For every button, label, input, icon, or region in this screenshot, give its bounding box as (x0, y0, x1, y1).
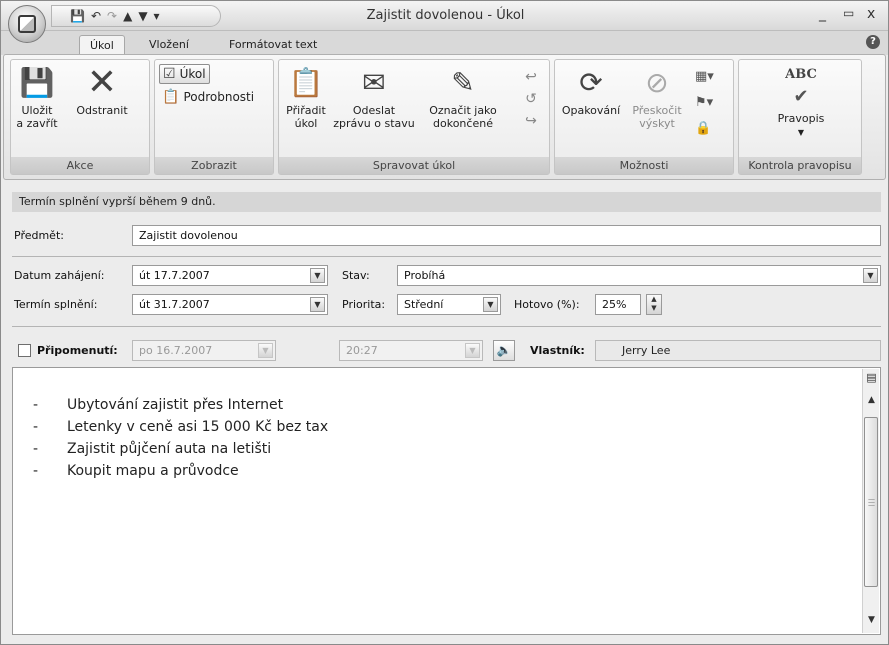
chevron-down-icon[interactable]: ▼ (483, 297, 498, 312)
maximize-button[interactable]: ▭ (843, 6, 854, 20)
checkmark-icon: ✔ (793, 86, 809, 107)
reminder-checkbox[interactable] (18, 344, 31, 357)
reminder-date-picker[interactable]: po 16.7.2007 ▼ (132, 340, 276, 361)
delete-x-icon: ✕ (86, 62, 118, 103)
small-actions: ↩ ↺ ↪ (519, 66, 543, 132)
chevron-down-icon[interactable]: ▼ (465, 343, 480, 358)
status-label: Stav: (342, 269, 370, 282)
group-moznosti: ⟳ Opakování ⊘ Přeskočit výskyt ▦▾ ⚑▾ 🔒 M… (554, 59, 734, 175)
scroll-down-icon[interactable]: ▼ (865, 615, 878, 629)
categorize-icon[interactable]: ▦▾ (695, 64, 729, 90)
group-label-spravovat: Spravovat úkol (279, 157, 549, 174)
grip-icon: — — — (868, 495, 875, 509)
mark-complete-icon: ✎ (451, 66, 475, 99)
start-date-label: Datum zahájení: (14, 269, 105, 282)
office-logo-icon (18, 15, 36, 33)
scroll-up-icon[interactable]: ▲ (865, 395, 878, 409)
ribbon-tabs: Úkol Vložení Formátovat text (1, 31, 888, 55)
list-item: Zajistit půjčení auta na letišti (33, 438, 328, 460)
speaker-icon: 🔈 (496, 343, 512, 357)
chevron-down-icon[interactable]: ▼ (863, 268, 878, 283)
group-label-kontrola: Kontrola pravopisu (739, 157, 861, 174)
reply-all-icon[interactable]: ↺ (519, 88, 543, 110)
tab-vlozeni[interactable]: Vložení (139, 35, 199, 55)
subject-input[interactable]: Zajistit dovolenou (132, 225, 881, 246)
ribbon: 💾 Uložit a zavřít ✕ Odstranit Akce ☑ Úko… (3, 54, 886, 180)
list-item: Ubytování zajistit přes Internet (33, 394, 328, 416)
chevron-down-icon[interactable]: ▼ (258, 343, 273, 358)
tab-formatovat-text[interactable]: Formátovat text (219, 35, 327, 55)
chevron-down-icon[interactable]: ▼ (310, 297, 325, 312)
reminder-sound-button[interactable]: 🔈 (493, 340, 515, 361)
close-button[interactable]: x (867, 6, 875, 22)
status-report-icon: ✉ (362, 66, 386, 99)
window-title: Zajistit dovolenou - Úkol (366, 8, 525, 23)
save-close-icon: 💾 (19, 66, 55, 99)
percent-spinner[interactable]: ▲ ▼ (646, 294, 662, 315)
owner-field: Jerry Lee (595, 340, 881, 361)
view-details-button[interactable]: 📋 Podrobnosti (159, 88, 257, 106)
help-icon[interactable]: ? (866, 35, 880, 49)
save-close-button[interactable]: 💾 Uložit a zavřít (13, 66, 61, 130)
reminder-label: Připomenutí: (37, 344, 118, 357)
vertical-scrollbar[interactable]: ▤ ▲ — — — ▼ (862, 369, 879, 633)
abc-icon: ABC (785, 67, 817, 82)
group-label-akce: Akce (11, 157, 149, 174)
delete-button[interactable]: ✕ Odstranit (67, 62, 137, 118)
ruler-icon[interactable]: ▤ (865, 371, 878, 385)
skip-icon: ⊘ (645, 66, 669, 99)
recurrence-button[interactable]: ⟳ Opakování (557, 66, 625, 117)
title-bar: 💾 ↶ ↷ ▲ ▼ ▾ Zajistit dovolenou - Úkol _ … (1, 1, 888, 31)
office-button[interactable] (8, 5, 46, 43)
task-window: 💾 ↶ ↷ ▲ ▼ ▾ Zajistit dovolenou - Úkol _ … (0, 0, 889, 645)
separator (12, 326, 881, 327)
task-body-editor[interactable]: Ubytování zajistit přes Internet Letenky… (12, 367, 881, 635)
subject-label: Předmět: (14, 229, 64, 242)
body-list: Ubytování zajistit přes Internet Letenky… (33, 394, 328, 482)
percent-complete-input[interactable]: 25% (595, 294, 641, 315)
options-small: ▦▾ ⚑▾ 🔒 (695, 64, 729, 142)
spelling-dropdown-icon: ▼ (797, 128, 805, 137)
priority-label: Priorita: (342, 298, 386, 311)
group-zobrazit: ☑ Úkol 📋 Podrobnosti Zobrazit (154, 59, 274, 175)
minimize-button[interactable]: _ (819, 6, 826, 22)
details-icon: 📋 (162, 89, 180, 105)
percent-complete-label: Hotovo (%): (514, 298, 580, 311)
task-icon: ☑ (163, 66, 176, 82)
chevron-down-icon[interactable]: ▼ (310, 268, 325, 283)
follow-up-flag-icon[interactable]: ⚑▾ (695, 90, 729, 116)
reminder-time-picker[interactable]: 20:27 ▼ (339, 340, 483, 361)
skip-occurrence-button[interactable]: ⊘ Přeskočit výskyt (627, 66, 687, 130)
scrollbar-thumb[interactable]: — — — (864, 417, 878, 587)
list-item: Letenky v ceně asi 15 000 Kč bez tax (33, 416, 328, 438)
due-date-label: Termín splnění: (14, 298, 98, 311)
group-kontrola-pravopisu: ABC ✔ Pravopis ▼ Kontrola pravopisu (738, 59, 862, 175)
group-label-moznosti: Možnosti (555, 157, 733, 174)
list-item: Koupit mapu a průvodce (33, 460, 328, 482)
forward-icon[interactable]: ↪ (519, 110, 543, 132)
assign-task-button[interactable]: 📋 Přiřadit úkol (281, 66, 331, 130)
group-label-zobrazit: Zobrazit (155, 157, 273, 174)
view-task-button[interactable]: ☑ Úkol (159, 64, 210, 84)
recurrence-icon: ⟳ (579, 66, 603, 99)
private-lock-icon[interactable]: 🔒 (695, 116, 729, 142)
due-date-picker[interactable]: út 31.7.2007 ▼ (132, 294, 328, 315)
start-date-picker[interactable]: út 17.7.2007 ▼ (132, 265, 328, 286)
status-select[interactable]: Probíhá ▼ (397, 265, 881, 286)
priority-select[interactable]: Střední ▼ (397, 294, 501, 315)
send-status-report-button[interactable]: ✉ Odeslat zprávu o stavu (333, 66, 415, 130)
group-akce: 💾 Uložit a zavřít ✕ Odstranit Akce (10, 59, 150, 175)
group-spravovat-ukol: 📋 Přiřadit úkol ✉ Odeslat zprávu o stavu… (278, 59, 550, 175)
reply-icon[interactable]: ↩ (519, 66, 543, 88)
spelling-button[interactable]: ABC ✔ Pravopis ▼ (759, 66, 843, 139)
owner-label: Vlastník: (530, 344, 585, 357)
due-notice-bar: Termín splnění vyprší během 9 dnů. (12, 192, 881, 212)
mark-complete-button[interactable]: ✎ Označit jako dokončené (419, 66, 507, 130)
assign-task-icon: 📋 (288, 66, 324, 99)
separator (12, 256, 881, 257)
tab-ukol[interactable]: Úkol (79, 35, 125, 55)
